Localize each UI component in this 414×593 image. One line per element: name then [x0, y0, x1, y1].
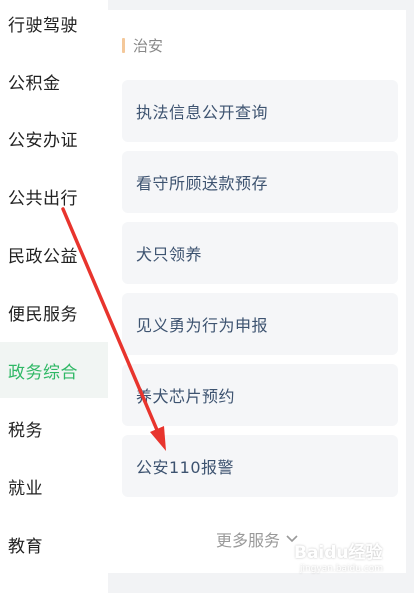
sidebar-item[interactable]: 便民服务: [0, 284, 108, 340]
sidebar-item-label: 公安办证: [8, 130, 78, 151]
service-card[interactable]: 养犬芯片预约: [122, 364, 398, 426]
sidebar-item-label: 民政公益: [8, 246, 78, 267]
sidebar-item-label: 政务综合: [8, 362, 78, 383]
sidebar-item-active[interactable]: 政务综合: [0, 342, 108, 398]
service-card[interactable]: 见义勇为行为申报: [122, 293, 398, 355]
sidebar-item[interactable]: 公共出行: [0, 168, 108, 224]
sidebar-item-label: 税务: [8, 420, 43, 441]
sidebar-item-label: 公共出行: [8, 188, 78, 209]
service-label: 看守所顾送款预存: [136, 174, 269, 193]
service-card[interactable]: 执法信息公开查询: [122, 80, 398, 142]
category-sidebar: 行驶驾驶 公积金 公安办证 公共出行 民政公益 便民服务 政务综合 税务 就业 …: [0, 0, 108, 593]
service-label: 犬只领养: [136, 245, 203, 264]
service-panel: 治安 执法信息公开查询 看守所顾送款预存 犬只领养 见义勇为行为申报 养犬芯片预…: [108, 10, 406, 573]
sidebar-item[interactable]: 行驶驾驶: [0, 0, 108, 51]
sidebar-item-label: 就业: [8, 478, 43, 499]
watermark-url: jingyan.baidu.com: [300, 564, 384, 574]
service-card[interactable]: 犬只领养: [122, 222, 398, 284]
service-label: 见义勇为行为申报: [136, 316, 269, 335]
service-label: 执法信息公开查询: [136, 103, 269, 122]
service-card-110[interactable]: 公安110报警: [122, 435, 398, 497]
sidebar-item[interactable]: 就业: [0, 458, 108, 514]
sidebar-item[interactable]: 公安办证: [0, 110, 108, 166]
sidebar-item[interactable]: 税务: [0, 400, 108, 456]
section-header: 治安: [122, 36, 164, 55]
service-label: 养犬芯片预约: [136, 387, 236, 406]
service-card[interactable]: 看守所顾送款预存: [122, 151, 398, 213]
sidebar-item-label: 公积金: [8, 73, 61, 94]
section-accent-bar: [122, 37, 125, 53]
service-label: 公安110报警: [136, 458, 235, 477]
sidebar-item[interactable]: 民政公益: [0, 226, 108, 282]
more-services-label: 更多服务: [215, 531, 280, 550]
section-title: 治安: [133, 36, 164, 55]
sidebar-item[interactable]: 公积金: [0, 53, 108, 109]
baidu-watermark: Baidu经验 jingyan.baidu.com: [294, 538, 406, 580]
sidebar-item-label: 便民服务: [8, 304, 78, 325]
sidebar-item-label: 教育: [8, 536, 43, 557]
watermark-brand: Baidu经验: [294, 543, 383, 563]
sidebar-item[interactable]: 教育: [0, 516, 108, 572]
sidebar-item-label: 行驶驾驶: [8, 15, 78, 36]
